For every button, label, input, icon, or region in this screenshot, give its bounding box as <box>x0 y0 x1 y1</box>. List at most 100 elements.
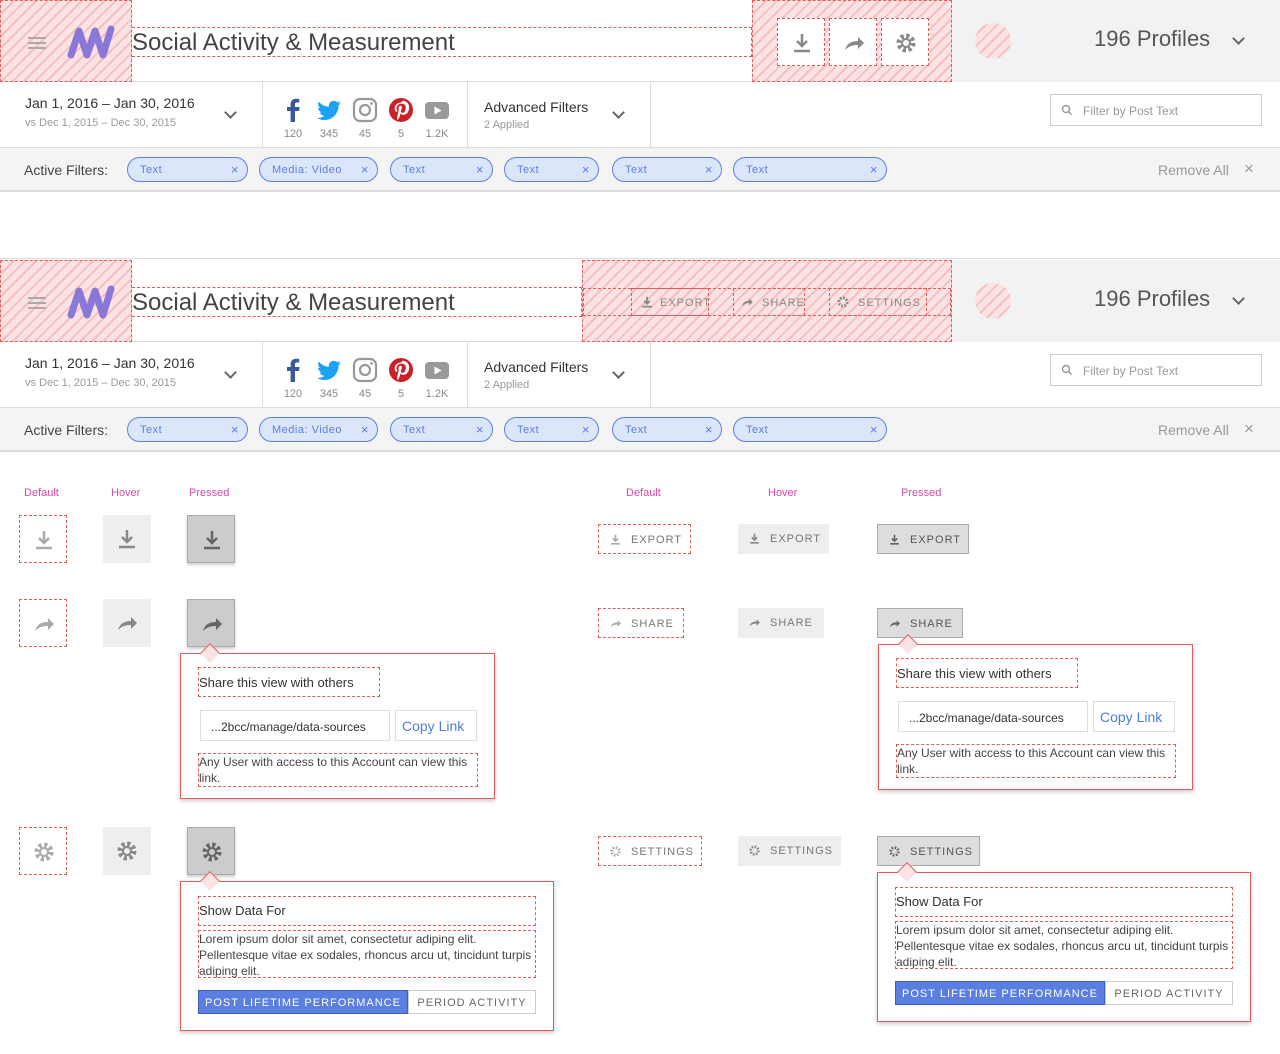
avatar <box>975 283 1011 319</box>
export-text-button-hover[interactable]: EXPORT <box>738 524 829 554</box>
filter-chip[interactable]: Text × <box>733 157 887 182</box>
settings-icon-button[interactable] <box>881 18 929 66</box>
instagram-filter[interactable]: 45 <box>351 356 379 400</box>
close-icon[interactable]: × <box>361 162 369 177</box>
close-icon[interactable]: × <box>870 422 878 437</box>
youtube-filter[interactable]: 1.2K <box>423 96 451 140</box>
date-range[interactable]: Jan 1, 2016 – Jan 30, 2016 <box>25 355 195 371</box>
export-text-button-pressed[interactable]: EXPORT <box>877 524 969 554</box>
share-text-button-pressed[interactable]: SHARE <box>877 608 963 638</box>
chevron-down-icon[interactable] <box>224 106 237 119</box>
export-icon-button-default[interactable] <box>19 515 67 563</box>
period-activity-toggle[interactable]: PERIOD ACTIVITY <box>408 990 536 1014</box>
share-arrow-icon <box>845 37 864 50</box>
settings-icon-button-default[interactable] <box>19 827 67 875</box>
close-icon[interactable]: × <box>476 422 484 437</box>
share-text-button-default[interactable]: SHARE <box>598 608 684 638</box>
pinterest-filter[interactable]: 5 <box>387 356 415 400</box>
filter-chip[interactable]: Text × <box>127 157 248 182</box>
settings-text-button[interactable]: SETTINGS <box>829 288 927 316</box>
filter-chip[interactable]: Text × <box>127 417 248 442</box>
share-arrow-icon <box>35 618 54 631</box>
state-label-pressed: Pressed <box>901 487 942 499</box>
twitter-filter[interactable]: 345 <box>315 96 343 140</box>
download-icon <box>36 531 52 550</box>
close-icon[interactable]: × <box>361 422 369 437</box>
download-icon <box>642 296 652 308</box>
filter-chip[interactable]: Text × <box>612 157 722 182</box>
export-icon-button[interactable] <box>777 18 825 66</box>
post-lifetime-toggle[interactable]: POST LIFETIME PERFORMANCE <box>198 990 408 1014</box>
close-icon[interactable]: × <box>476 162 484 177</box>
youtube-filter[interactable]: 1.2K <box>423 356 451 400</box>
filter-chip[interactable]: Text × <box>390 417 493 442</box>
post-lifetime-toggle[interactable]: POST LIFETIME PERFORMANCE <box>895 981 1105 1005</box>
filter-chip[interactable]: Text × <box>504 417 599 442</box>
instagram-filter[interactable]: 45 <box>351 96 379 140</box>
close-icon[interactable]: × <box>1244 419 1254 439</box>
close-icon[interactable]: × <box>705 162 713 177</box>
copy-link-button[interactable]: Copy Link <box>1093 701 1175 732</box>
close-icon[interactable]: × <box>231 422 239 437</box>
share-url-field[interactable]: ...2bcc/manage/data-sources <box>200 710 390 741</box>
filter-chip[interactable]: Text × <box>504 157 599 182</box>
youtube-icon <box>425 362 449 379</box>
close-icon[interactable]: × <box>582 422 590 437</box>
download-icon <box>750 533 759 544</box>
settings-text-button-hover[interactable]: SETTINGS <box>738 836 841 866</box>
filter-chip[interactable]: Text × <box>733 417 887 442</box>
facebook-filter[interactable]: 120 <box>279 96 307 140</box>
copy-link-button[interactable]: Copy Link <box>395 710 477 741</box>
share-icon-button-default[interactable] <box>19 599 67 647</box>
twitter-filter[interactable]: 345 <box>315 356 343 400</box>
share-icon-button-hover[interactable] <box>103 599 151 647</box>
advanced-filters[interactable]: Advanced Filters <box>484 359 588 375</box>
date-compare: vs Dec 1, 2015 – Dec 30, 2015 <box>25 117 177 129</box>
remove-all-button[interactable]: Remove All <box>1158 162 1229 178</box>
active-filters-label: Active Filters: <box>24 162 109 178</box>
export-text-button-default[interactable]: EXPORT <box>598 524 691 554</box>
chevron-down-icon[interactable] <box>224 366 237 379</box>
facebook-filter[interactable]: 120 <box>279 356 307 400</box>
menu-icon[interactable] <box>28 37 46 49</box>
state-label-pressed: Pressed <box>189 487 230 499</box>
share-url-field[interactable]: ...2bcc/manage/data-sources <box>898 701 1088 732</box>
share-text-button[interactable]: SHARE <box>733 288 805 316</box>
close-icon[interactable]: × <box>705 422 713 437</box>
filter-chip[interactable]: Media: Video × <box>259 417 378 442</box>
menu-icon[interactable] <box>28 297 46 309</box>
close-icon[interactable]: × <box>231 162 239 177</box>
close-icon[interactable]: × <box>870 162 878 177</box>
profile-selector[interactable]: 196 Profiles <box>952 260 1280 342</box>
close-icon[interactable]: × <box>1244 159 1254 179</box>
chevron-down-icon[interactable] <box>612 366 625 379</box>
export-text-button[interactable]: EXPORT <box>631 288 710 316</box>
share-icon-button-pressed[interactable] <box>187 599 235 647</box>
export-icon-button-pressed[interactable] <box>187 515 235 563</box>
settings-icon-button-pressed[interactable] <box>187 827 235 875</box>
filter-chip[interactable]: Media: Video × <box>259 157 378 182</box>
pinterest-filter[interactable]: 5 <box>387 96 415 140</box>
share-popover-note: Any User with access to this Account can… <box>198 753 478 787</box>
settings-text-button-default[interactable]: SETTINGS <box>598 836 702 866</box>
brand-logo-icon <box>67 25 115 59</box>
facebook-icon <box>287 98 300 122</box>
filter-chip[interactable]: Text × <box>390 157 493 182</box>
share-popover-title: Share this view with others <box>198 667 380 697</box>
period-activity-toggle[interactable]: PERIOD ACTIVITY <box>1105 981 1233 1005</box>
instagram-icon <box>352 97 378 123</box>
settings-text-button-pressed[interactable]: SETTINGS <box>877 836 980 866</box>
close-icon[interactable]: × <box>582 162 590 177</box>
advanced-filters[interactable]: Advanced Filters <box>484 99 588 115</box>
profile-selector[interactable]: 196 Profiles <box>952 0 1280 82</box>
share-icon-button[interactable] <box>829 18 877 66</box>
remove-all-button[interactable]: Remove All <box>1158 422 1229 438</box>
chevron-down-icon[interactable] <box>612 106 625 119</box>
search-input[interactable]: Filter by Post Text <box>1050 94 1262 126</box>
filter-chip[interactable]: Text × <box>612 417 722 442</box>
date-range[interactable]: Jan 1, 2016 – Jan 30, 2016 <box>25 95 195 111</box>
export-icon-button-hover[interactable] <box>103 515 151 563</box>
share-text-button-hover[interactable]: SHARE <box>738 608 824 638</box>
settings-icon-button-hover[interactable] <box>103 827 151 875</box>
search-input[interactable]: Filter by Post Text <box>1050 354 1262 386</box>
